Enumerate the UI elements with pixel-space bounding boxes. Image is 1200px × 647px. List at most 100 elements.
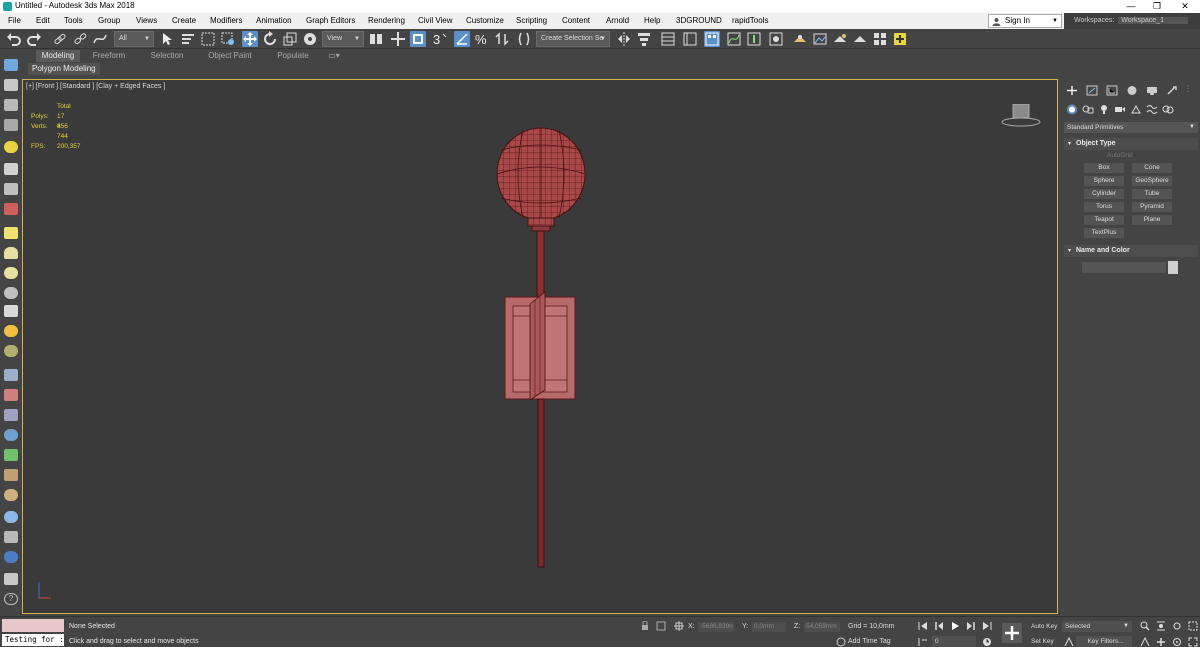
menu-rapidtools[interactable]: rapidTools: [732, 16, 768, 25]
lock-selection-icon[interactable]: [640, 621, 650, 631]
camera-icon[interactable]: [4, 163, 18, 175]
menu-file[interactable]: File: [8, 16, 21, 25]
go-to-start-icon[interactable]: [918, 621, 928, 631]
tab-modeling[interactable]: Modeling: [36, 50, 80, 62]
modify-tab-icon[interactable]: [1086, 85, 1098, 96]
select-and-move-icon[interactable]: [242, 31, 258, 47]
window-crossing-icon[interactable]: [220, 31, 236, 47]
pyramid-button[interactable]: Pyramid: [1132, 202, 1172, 212]
display-tab-icon[interactable]: [1146, 85, 1158, 96]
shapes-icon[interactable]: [1082, 104, 1094, 115]
category-dropdown[interactable]: Standard Primitives ▼: [1064, 122, 1198, 133]
menu-modifiers[interactable]: Modifiers: [210, 16, 242, 25]
menu-help[interactable]: Help: [644, 16, 660, 25]
reflection-sphere-icon[interactable]: [4, 511, 18, 523]
zoom-extents-all-icon[interactable]: [1188, 621, 1198, 631]
select-by-name-icon[interactable]: [180, 31, 196, 47]
create-tab-icon[interactable]: [1066, 85, 1078, 96]
play-icon[interactable]: [950, 621, 960, 631]
zoom-icon[interactable]: [1140, 621, 1150, 631]
render-in-cloud-icon[interactable]: [872, 31, 888, 47]
add-time-tag-button[interactable]: Add Time Tag: [848, 638, 891, 645]
utilities-tab-icon[interactable]: [1166, 85, 1178, 96]
viewport-front[interactable]: [+] [Front ] [Standard ] [Clay + Edged F…: [22, 79, 1058, 614]
settings-icon[interactable]: [4, 531, 18, 543]
named-selection-set-dropdown[interactable]: Create Selection Se ▼: [536, 31, 610, 47]
current-frame-input[interactable]: 0: [932, 636, 976, 647]
set-key-button[interactable]: Set Key: [1028, 636, 1058, 647]
menu-group[interactable]: Group: [98, 16, 120, 25]
plane-button[interactable]: Plane: [1132, 215, 1172, 225]
rectangular-selection-icon[interactable]: [200, 31, 216, 47]
orbit-icon[interactable]: [1172, 637, 1182, 647]
minimize-button[interactable]: —: [1118, 0, 1144, 13]
redo-icon[interactable]: [26, 31, 42, 47]
viewcube-icon[interactable]: [1001, 104, 1041, 128]
material-editor-icon[interactable]: [768, 31, 784, 47]
mirror-icon[interactable]: [616, 31, 632, 47]
helper-icon[interactable]: [4, 183, 18, 195]
menu-scripting[interactable]: Scripting: [516, 16, 547, 25]
particle-system-icon[interactable]: [4, 369, 18, 381]
maxscript-mini-listener[interactable]: Testing for :: [2, 634, 64, 646]
menu-rendering[interactable]: Rendering: [368, 16, 405, 25]
space-warp-icon[interactable]: [4, 203, 18, 215]
angle-snap-icon[interactable]: [454, 31, 470, 47]
cone-primitive-icon[interactable]: [4, 305, 18, 317]
isolate-selection-icon[interactable]: [656, 621, 666, 631]
hierarchy-tab-icon[interactable]: [1106, 85, 1118, 96]
sign-in-dropdown[interactable]: Sign In ▼: [988, 14, 1062, 28]
a360-gallery-icon[interactable]: [892, 31, 908, 47]
curve-editor-icon[interactable]: [726, 31, 742, 47]
torus-primitive-icon[interactable]: [4, 287, 18, 299]
sphere-primitive-icon[interactable]: [4, 267, 18, 279]
menu-3dground[interactable]: 3DGROUND: [676, 16, 722, 25]
spinner-snap-icon[interactable]: [494, 31, 510, 47]
tab-populate[interactable]: Populate: [272, 50, 314, 62]
close-button[interactable]: ✕: [1172, 0, 1198, 13]
percent-snap-icon[interactable]: %: [474, 31, 490, 47]
menu-arnold[interactable]: Arnold: [606, 16, 629, 25]
systems-icon[interactable]: [1162, 104, 1174, 115]
auto-key-button[interactable]: Auto Key: [1028, 621, 1058, 632]
next-frame-icon[interactable]: [966, 621, 976, 631]
geometry-icon[interactable]: [1066, 104, 1078, 115]
tube-button[interactable]: Tube: [1132, 189, 1172, 199]
tab-selection[interactable]: Selection: [146, 50, 188, 62]
workspace-value[interactable]: Workspace_1: [1118, 17, 1188, 24]
object-type-rollout[interactable]: ▾ Object Type: [1064, 138, 1198, 150]
menu-edit[interactable]: Edit: [36, 16, 50, 25]
teapot-button[interactable]: Teapot: [1084, 215, 1124, 225]
render-setup-icon[interactable]: [792, 31, 808, 47]
cone-button[interactable]: Cone: [1132, 163, 1172, 173]
time-configuration-icon[interactable]: [982, 637, 992, 647]
command-list-icon[interactable]: [4, 119, 18, 131]
select-and-rotate-icon[interactable]: [262, 31, 278, 47]
motion-tab-icon[interactable]: [1126, 85, 1138, 96]
render-activeshade-icon[interactable]: [852, 31, 868, 47]
menu-graph-editors[interactable]: Graph Editors: [306, 16, 355, 25]
toggle-layer-explorer-icon[interactable]: [682, 31, 698, 47]
edit-named-selection-icon[interactable]: [516, 31, 532, 47]
tab-object-paint[interactable]: Object Paint: [202, 50, 258, 62]
box-primitive-icon[interactable]: [4, 227, 18, 239]
maximize-viewport-icon[interactable]: [1188, 637, 1198, 647]
helpers-icon[interactable]: [1130, 104, 1142, 115]
help-icon[interactable]: ?: [4, 593, 18, 605]
cameras-icon[interactable]: [1114, 104, 1126, 115]
x-coordinate-input[interactable]: -5686,839n: [698, 622, 734, 632]
ribbon-options-icon[interactable]: ▭▾: [324, 50, 344, 62]
undo-icon[interactable]: [6, 31, 22, 47]
toggle-scene-explorer-icon[interactable]: [660, 31, 676, 47]
sphere-button[interactable]: Sphere: [1084, 176, 1124, 186]
maximize-button[interactable]: ❐: [1144, 0, 1170, 13]
globe-icon[interactable]: [4, 429, 18, 441]
field-of-view-icon[interactable]: [1140, 637, 1150, 647]
layer-explorer-icon[interactable]: [4, 99, 18, 111]
select-object-icon[interactable]: [160, 31, 176, 47]
selected-dropdown[interactable]: Selected ▼: [1062, 621, 1132, 632]
brush-icon[interactable]: [4, 389, 18, 401]
material-ball-icon[interactable]: [4, 489, 18, 501]
viewport-layout-icon[interactable]: [4, 59, 18, 71]
key-filter-icon[interactable]: [1064, 637, 1074, 647]
